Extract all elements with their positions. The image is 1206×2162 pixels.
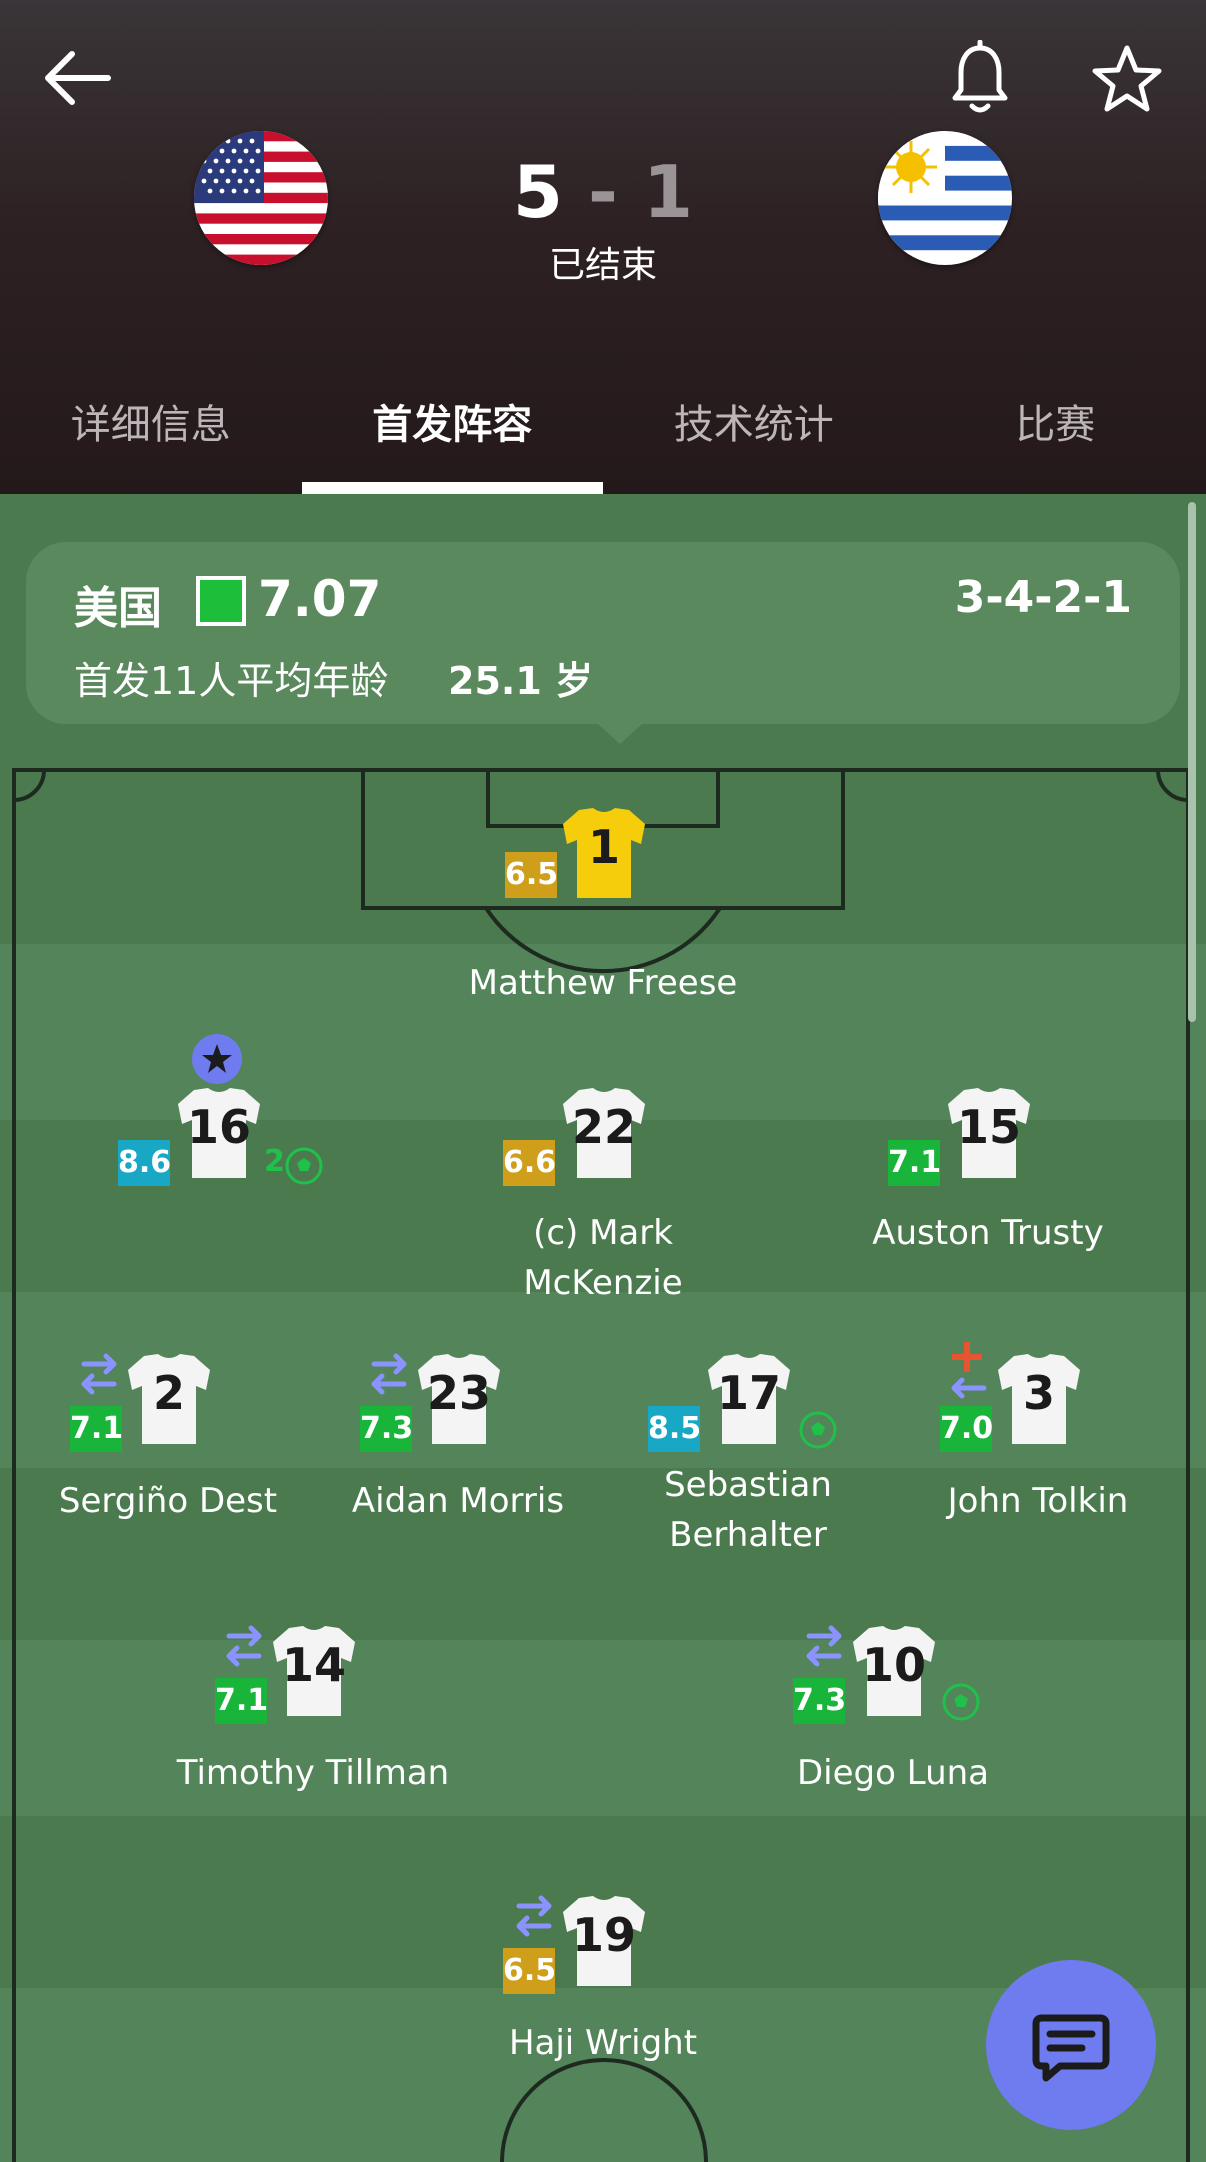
star-outline-icon [1092,45,1162,112]
tab-details[interactable]: 详细信息 [0,380,302,494]
player-haji-wright[interactable]: 19 6.5 Haji Wright [453,1894,753,2094]
match-score: 5 - 1 [420,150,786,234]
notification-button[interactable] [945,39,1015,120]
player-mark-mckenzie[interactable]: 22 6.6 (c) Mark McKenzie [453,1034,753,1303]
player-timothy-tillman[interactable]: 14 7.1 Timothy Tillman [163,1624,463,1824]
team-rating-badge [196,576,246,626]
avg-age-value: 25.1 岁 [448,659,593,703]
player-rating: 7.3 [360,1406,413,1452]
player-name-line1: Sebastian [664,1465,832,1505]
back-button[interactable] [38,40,118,120]
tab-stats[interactable]: 技术统计 [603,380,905,494]
substitution-icon [801,1624,847,1668]
match-header: 5 - 1 已结束 详细信息 首发阵容 技术统计 比赛 [0,0,1206,494]
jersey-icon: 2 [126,1352,212,1446]
player-rating: 7.0 [940,1406,993,1452]
arrow-left-icon [45,51,111,105]
player-rating: 7.1 [888,1140,941,1186]
lineup-pitch: 美国 7.07 3-4-2-1 首发11人平均年龄 25.1 岁 1 6.5 M… [0,494,1206,2162]
away-score: 1 [643,150,694,234]
player-name: Sergiño Dest [58,1481,278,1521]
player-john-tolkin[interactable]: 3 7.0 John Tolkin [888,1341,1188,1552]
player-name-line2: Berhalter [669,1515,827,1555]
man-of-the-match-icon [192,1034,242,1084]
substitution-icon [946,1370,992,1400]
player-auston-trusty[interactable]: 15 7.1 Auston Trusty [838,1034,1138,1264]
team-formation: 3-4-2-1 [954,572,1132,623]
bell-icon [952,39,1008,113]
chat-icon [1032,2014,1110,2082]
player-16[interactable]: 16 8.6 2 [68,1034,368,1264]
football-icon [941,1682,981,1722]
jersey-icon: 3 [996,1352,1082,1446]
score-separator: - [588,150,618,234]
home-team-flag[interactable] [194,131,328,265]
uruguay-flag-icon [878,131,1012,265]
football-icon [284,1146,324,1186]
team-rating: 7.07 [258,570,382,628]
injury-icon [951,1341,983,1373]
player-rating: 8.6 [118,1140,171,1186]
team-summary-card[interactable]: 美国 7.07 3-4-2-1 首发11人平均年龄 25.1 岁 [26,542,1180,744]
favorite-button[interactable] [1088,40,1166,120]
player-name: Timothy Tillman [176,1753,450,1793]
jersey-icon: 19 [561,1894,647,1988]
tab-matches[interactable]: 比赛 [905,380,1206,494]
player-name: Diego Luna [796,1753,989,1793]
chat-button[interactable] [986,1960,1156,2130]
player-rating: 7.3 [793,1678,846,1724]
player-matthew-freese[interactable]: 1 6.5 Matthew Freese [453,806,753,1003]
jersey-icon: 10 [851,1624,937,1718]
football-icon [798,1410,838,1450]
substitution-icon [221,1624,267,1668]
avg-age-label: 首发11人平均年龄 [74,659,389,703]
match-status: 已结束 [548,245,657,286]
usa-flag-icon [194,131,328,265]
player-diego-luna[interactable]: 10 7.3 Diego Luna [743,1624,1043,1824]
substitution-icon [511,1894,557,1938]
player-name: (c) Mark McKenzie [523,1213,683,1303]
player-rating: 7.1 [215,1678,268,1724]
player-name: Matthew Freese [468,963,738,1003]
player-sebastian-berhalter[interactable]: 17 8.5 Sebastian Berhalter [598,1352,898,1602]
jersey-icon: 23 [416,1352,502,1446]
jersey-icon: 17 [706,1352,792,1446]
jersey-icon: 14 [271,1624,357,1718]
player-name: Aidan Morris [351,1481,565,1521]
player-rating: 6.5 [505,852,558,898]
player-aidan-morris[interactable]: 23 7.3 Aidan Morris [308,1352,608,1552]
player-sergino-dest[interactable]: 2 7.1 Sergiño Dest [18,1352,318,1552]
away-team-flag[interactable] [878,131,1012,265]
goal-count: 2 [264,1144,285,1179]
player-rating: 6.5 [503,1948,556,1994]
player-rating: 7.1 [70,1406,123,1452]
player-name: Haji Wright [508,2023,698,2063]
player-rating: 6.6 [503,1140,556,1186]
team-name: 美国 [74,583,162,634]
home-score: 5 [512,150,563,234]
scrollbar[interactable] [1188,502,1196,1022]
jersey-icon: 1 [561,806,647,900]
jersey-icon: 22 [561,1086,647,1180]
tab-lineup[interactable]: 首发阵容 [301,380,604,494]
substitution-icon [76,1352,122,1396]
player-name: Auston Trusty [872,1213,1104,1253]
jersey-icon: 16 [176,1086,262,1180]
player-rating: 8.5 [648,1406,701,1452]
tab-bar: 详细信息 首发阵容 技术统计 比赛 [0,380,1206,494]
jersey-icon: 15 [946,1086,1032,1180]
substitution-icon [366,1352,412,1396]
player-name: John Tolkin [947,1481,1129,1521]
